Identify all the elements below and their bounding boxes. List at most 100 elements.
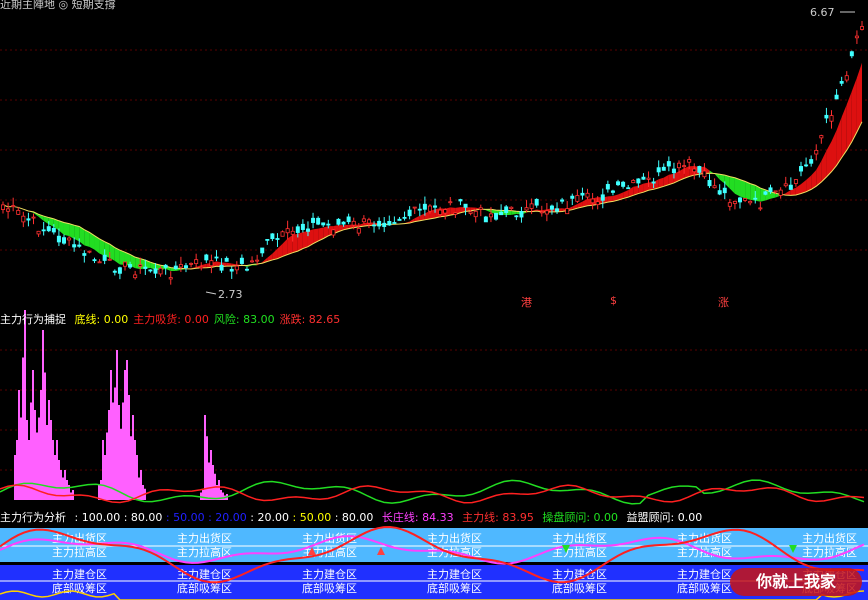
band-segment [287,234,293,255]
candlestick [194,253,199,268]
candlestick [265,239,270,245]
candlestick [97,259,102,264]
indicator1-legend: 主力行为捕捉 底线: 0.00 主力吸货: 0.00 风险: 83.00 涨跌: 82… [0,312,350,328]
candlestick [788,177,793,191]
candlestick [585,188,590,200]
candlestick [717,184,722,196]
volume-bar [222,492,224,500]
candlestick [666,156,671,172]
volume-bar [26,420,28,500]
candlestick [36,230,41,237]
candlestick [234,261,239,275]
candlestick [422,196,427,216]
volume-bar [218,480,220,500]
candlestick [778,187,783,199]
price-high-label: 6.67 [810,6,835,19]
level-value: : 20.00 [246,511,290,524]
volume-bar [16,440,18,500]
candlestick [763,190,768,196]
band-segment [135,257,141,270]
zone-label: 底部吸筹区 [302,581,357,595]
indicator1-pane[interactable]: 主力行为捕捉 底线: 0.00 主力吸货: 0.00 风险: 83.00 涨跌: 82… [0,310,868,510]
candlestick [219,258,224,273]
candlestick [382,217,387,233]
price-chart[interactable]: 6.67 2.73 [0,0,868,310]
candlestick [600,188,605,209]
zone-label: 底部吸筹区 [177,581,232,595]
candlestick [504,205,509,218]
candlestick [804,157,809,168]
band-segment [729,176,735,194]
indicator1-title: 主力行为捕捉 [0,313,66,326]
volume-bar [124,370,126,500]
candlestick [860,21,865,31]
candlestick [661,163,666,171]
indicator2-item: 益盟顾问: 0.00 [623,511,703,524]
volume-bar [126,360,128,500]
candlestick [590,193,595,210]
candlestick [839,76,844,87]
zone-label: 主力建仓区 [427,567,482,581]
candlestick [570,193,575,205]
volume-bar [70,492,72,500]
candlestick [183,262,188,273]
volume-bar [128,395,130,500]
band-segment [841,104,847,158]
volume-bar [66,480,68,500]
volume-bar [24,310,26,500]
volume-bar [206,436,208,500]
candlestick [849,50,854,59]
band-segment [745,181,751,200]
candlestick [621,180,626,189]
price-chart-pane[interactable]: 6.67 2.73 近期主陣地 ◎ 短期支撐 港 $ 涨 [0,0,868,310]
candlestick [270,233,275,242]
candlestick [366,217,371,229]
candlestick [21,211,26,228]
zone-label: 主力建仓区 [302,567,357,581]
candlestick [117,266,122,280]
candlestick [412,206,417,214]
volume-bar [32,370,34,500]
band-segment [724,175,730,189]
badge-gang: 港 [521,296,532,309]
candlestick [168,271,173,285]
candlestick [300,219,305,233]
indicator2-title: 主力行为分析 [0,511,66,524]
candlestick [580,187,585,200]
candlestick [209,254,214,274]
volume-bar [102,440,104,500]
volume-bar [58,460,60,500]
volume-bar [52,440,54,500]
candlestick [311,212,316,229]
zone-label: 主力建仓区 [52,567,107,581]
band-segment [740,179,746,199]
candlestick [519,206,524,223]
candlestick [250,256,255,263]
candlestick [31,213,36,225]
volume-bar [120,428,122,500]
volume-bar [40,390,42,500]
indicator1-chart[interactable] [0,310,868,510]
candlestick [280,230,285,237]
volume-bar [42,330,44,500]
candlestick [402,211,407,221]
candlestick [616,179,621,187]
volume-bar [22,357,24,500]
candlestick [346,213,351,225]
candlestick [575,189,580,204]
candlestick [809,155,814,167]
band-segment [272,248,278,260]
candlestick [397,216,402,221]
candlestick [829,110,834,129]
indicator2-pane[interactable]: 主力出货区 主力拉高区 主力建仓区 底部吸筹区 主力出货区 主力拉高区 主力建仓区 底部吸筹区… [0,510,868,600]
candlestick [189,262,194,268]
zone-label: 主力出货区 [427,531,482,545]
candlestick [67,236,72,246]
band-segment [719,174,725,184]
candlestick [260,247,265,257]
candlestick [712,178,717,189]
candlestick [26,212,31,227]
candlestick [727,198,732,211]
candlestick [509,206,514,211]
candlestick [377,217,382,230]
